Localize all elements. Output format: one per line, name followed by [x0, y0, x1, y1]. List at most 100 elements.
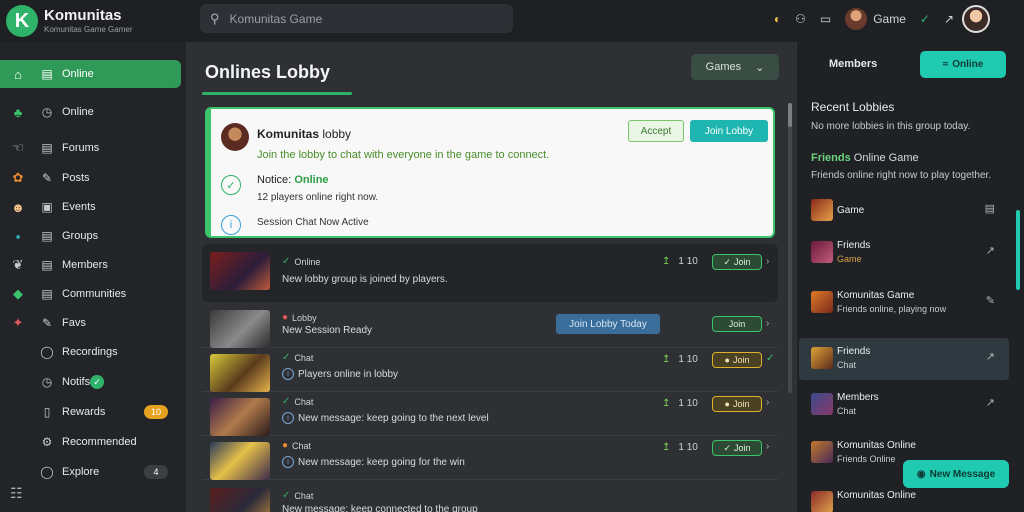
clock-icon: ◷	[41, 105, 53, 119]
arrow-icon[interactable]: ↗	[986, 350, 995, 363]
edit-icon[interactable]: ✎	[986, 294, 995, 307]
join-pill-text: Join	[734, 443, 751, 453]
games-dropdown[interactable]: Games ⌄	[691, 54, 779, 80]
chevron-right-icon[interactable]: ›	[766, 256, 769, 267]
contact-avatar	[811, 199, 833, 221]
contact-name: Komunitas Online	[837, 440, 916, 451]
edit-icon: ✎	[41, 316, 53, 330]
table-row[interactable]: ● Lobby New Session Ready Join Lobby Toda…	[202, 304, 778, 348]
table-row[interactable]: ✓ Chat New message: keep connected to the…	[202, 482, 778, 512]
sidebar-item-events[interactable]: ☻ ▣ Events	[0, 193, 181, 221]
arrow-icon[interactable]: ↗	[986, 396, 995, 409]
contact-item-selected[interactable]: Friends Chat ↗	[799, 338, 1009, 380]
list-icon: ▤	[41, 67, 53, 81]
sidebar-item-online-2[interactable]: ♣ ◷ Online	[0, 98, 181, 126]
sidebar-item-recommended[interactable]: ⚙ Recommended	[0, 428, 181, 456]
game-thumbnail	[210, 354, 270, 392]
right-panel: Members ≈ Online Recent Lobbies No more …	[796, 42, 1024, 512]
chevron-right-icon[interactable]: ›	[766, 397, 769, 408]
games-label: Game	[873, 12, 906, 26]
sidebar-item-explore[interactable]: ◯ Explore 4	[0, 458, 181, 486]
row-meta: ✓ Chat	[282, 490, 313, 501]
row-count: ↥ 1 10	[662, 354, 698, 365]
join-lobby-tag[interactable]: Join Lobby Today	[556, 314, 660, 334]
row-desc: i New message: keep going for the win	[282, 456, 465, 468]
contact-name: Members	[837, 392, 879, 403]
sidebar-item-label: Groups	[62, 230, 99, 242]
table-row[interactable]: ✓ Online New lobby group is joined by pla…	[202, 244, 778, 302]
table-row[interactable]: ✓ Chat i New message: keep going to the ne…	[202, 392, 778, 436]
main-scrollbar[interactable]	[788, 103, 792, 393]
sidebar-item-label: Recordings	[62, 346, 118, 358]
join-pill[interactable]: ● Join	[712, 396, 762, 412]
compass-icon: ◯	[40, 465, 54, 479]
theme-icon[interactable]: ◐	[774, 12, 781, 26]
row-count-text: 1 10	[678, 256, 698, 267]
sidebar-item-posts[interactable]: ✿ ✎ Posts	[0, 164, 181, 192]
games-menu[interactable]: Game	[845, 8, 906, 30]
contact-item[interactable]: Members Chat ↗	[799, 384, 1009, 426]
sidebar-item-communities[interactable]: ◆ ▤ Communities	[0, 280, 181, 308]
check-circle-icon: ✓	[221, 175, 241, 195]
accept-button[interactable]: Accept	[628, 120, 684, 142]
contact-item[interactable]: Game ▤	[799, 190, 1009, 232]
search-bar[interactable]: ⚲	[200, 4, 513, 33]
display-icon[interactable]: ▭	[820, 12, 831, 26]
online-button-label: Online	[952, 59, 984, 70]
user-avatar[interactable]	[962, 5, 990, 33]
sidebar-item-rewards[interactable]: ▯ Rewards 10	[0, 398, 181, 426]
game-thumbnail	[210, 310, 270, 348]
new-message-button[interactable]: ◉ New Message	[903, 460, 1009, 488]
contact-item[interactable]: Komunitas Game Friends online, playing n…	[799, 282, 1009, 324]
contact-sub: Game	[837, 254, 862, 264]
table-row[interactable]: ✓ Chat i Players online in lobby ↥ 1 10 ● Jo…	[202, 348, 778, 392]
join-lobby-button[interactable]: Join Lobby	[690, 120, 768, 142]
status-check-icon[interactable]: ✓	[920, 12, 930, 26]
row-count-text: 1 10	[678, 398, 698, 409]
info-small-icon: i	[282, 412, 294, 424]
search-input[interactable]	[229, 11, 490, 26]
check-small-icon: ✓	[723, 442, 732, 453]
check-icon: ✓	[282, 396, 291, 407]
brand[interactable]: K Komunitas Komunitas Game Gamer	[6, 5, 132, 37]
contact-sub: Friends Online	[837, 454, 896, 464]
row-count: ↥ 1 10	[662, 256, 698, 267]
arrow-up-icon: ↥	[662, 354, 671, 365]
sidebar-item-online[interactable]: ⌂ ▤ Online	[0, 60, 181, 88]
chevron-right-icon[interactable]: ›	[766, 441, 769, 452]
join-pill[interactable]: ✓ Join	[712, 254, 762, 270]
message-icon[interactable]: ▤	[985, 202, 995, 215]
row-desc: New message: keep connected to the group	[282, 504, 478, 512]
sidebar-item-members[interactable]: ❦ ▤ Members	[0, 251, 181, 279]
contact-item[interactable]: Friends Game ↗	[799, 232, 1009, 274]
right-scrollbar[interactable]	[1016, 210, 1020, 290]
sidebar-item-groups[interactable]: ▪ ▤ Groups	[0, 222, 181, 250]
calendar-icon: ▣	[41, 200, 53, 214]
coin-icon: ●	[724, 399, 730, 409]
join-pill[interactable]: Join	[712, 316, 762, 332]
chevron-right-icon[interactable]: ›	[766, 318, 769, 329]
check-icon[interactable]: ✓	[766, 353, 774, 364]
sidebar-item-recordings[interactable]: ◯ Recordings	[0, 338, 181, 366]
sidebar-item-label: Online	[62, 68, 94, 80]
clock-icon: ◷	[41, 375, 53, 389]
contact-avatar	[811, 441, 833, 463]
info-small-icon: i	[282, 368, 294, 380]
apps-grid-icon[interactable]: ☷	[10, 485, 23, 502]
sidebar-item-notifs[interactable]: ◷ Notifs ✓	[0, 368, 181, 396]
sidebar-item-forums[interactable]: ☜ ▤ Forums	[0, 134, 181, 162]
join-pill[interactable]: ● Join	[712, 352, 762, 368]
arrow-icon[interactable]: ↗	[986, 244, 995, 257]
contact-name: Friends	[837, 240, 871, 251]
contact-name: Komunitas Online	[837, 490, 916, 501]
friends-text: Friends online right now to play togethe…	[811, 170, 992, 181]
table-row[interactable]: ● Chat i New message: keep going for the w…	[202, 436, 778, 480]
character-icon: ☻	[11, 199, 25, 215]
sidebar-item-label: Forums	[62, 142, 100, 154]
logout-icon[interactable]: ↗	[944, 12, 954, 26]
chest-icon: ▪	[15, 228, 21, 244]
sidebar-item-favs[interactable]: ✦ ✎ Favs	[0, 309, 181, 337]
notification-icon[interactable]: ⚇	[795, 12, 806, 26]
join-pill[interactable]: ✓ Join	[712, 440, 762, 456]
online-button[interactable]: ≈ Online	[920, 51, 1006, 78]
